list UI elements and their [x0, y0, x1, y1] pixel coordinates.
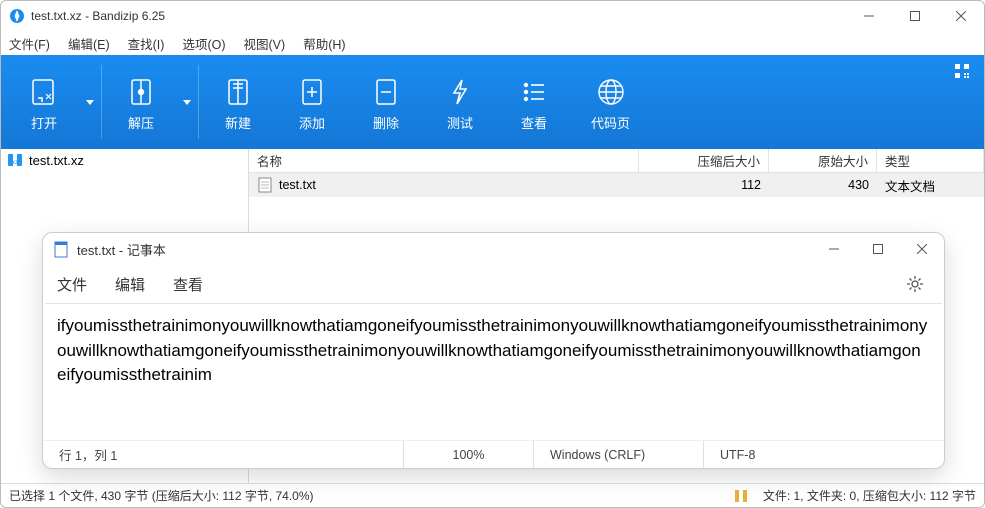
file-original: 430: [769, 178, 877, 192]
notepad-window: test.txt - 记事本 文件 编辑 查看 ifyoumissthetrai…: [42, 232, 945, 469]
file-icon: [257, 177, 273, 193]
np-status-zoom: 100%: [403, 441, 533, 468]
title-bar: test.txt.xz - Bandizip 6.25: [1, 1, 984, 31]
minimize-button[interactable]: [846, 1, 892, 31]
extract-button[interactable]: 解压: [104, 65, 178, 140]
np-status-cursor: 行 1，列 1: [43, 441, 403, 468]
notepad-icon: [53, 240, 69, 258]
menu-bar: 文件(F) 编辑(E) 查找(I) 选项(O) 视图(V) 帮助(H): [1, 31, 984, 55]
new-button[interactable]: 新建: [201, 55, 275, 149]
status-selection: 已选择 1 个文件, 430 字节 (压缩后大小: 112 字节, 74.0%): [9, 487, 719, 504]
col-original[interactable]: 原始大小: [769, 149, 877, 173]
window-controls: [846, 1, 984, 31]
menu-find[interactable]: 查找(I): [128, 34, 165, 53]
delete-icon: [369, 75, 403, 109]
tree-root-label: test.txt.xz: [29, 153, 84, 168]
new-label: 新建: [225, 113, 251, 132]
toolbar: 打开 解压 新建 添加 删除 测试: [1, 55, 984, 149]
test-icon: [443, 75, 477, 109]
add-button[interactable]: 添加: [275, 55, 349, 149]
archive-icon: xz: [7, 152, 23, 168]
toolbar-divider: [101, 65, 102, 139]
view-label: 查看: [521, 113, 547, 132]
np-menu-view[interactable]: 查看: [173, 274, 203, 295]
codepage-icon: [594, 75, 628, 109]
open-icon: [27, 75, 61, 109]
codepage-label: 代码页: [591, 113, 630, 132]
open-dropdown[interactable]: [81, 100, 99, 105]
file-compressed: 112: [639, 178, 769, 192]
codepage-button[interactable]: 代码页: [571, 55, 650, 149]
delete-label: 删除: [373, 113, 399, 132]
window-title: test.txt.xz - Bandizip 6.25: [31, 9, 846, 23]
notepad-status-bar: 行 1，列 1 100% Windows (CRLF) UTF-8: [43, 440, 944, 468]
app-icon: [9, 8, 25, 24]
test-button[interactable]: 测试: [423, 55, 497, 149]
status-counts: 文件: 1, 文件夹: 0, 压缩包大小: 112 字节: [763, 487, 976, 504]
col-name[interactable]: 名称: [249, 149, 639, 173]
notepad-title: test.txt - 记事本: [77, 240, 812, 259]
close-button[interactable]: [938, 1, 984, 31]
file-type: 文本文档: [877, 176, 984, 195]
np-minimize-button[interactable]: [812, 233, 856, 265]
open-button[interactable]: 打开: [7, 65, 81, 140]
col-type[interactable]: 类型: [877, 149, 984, 173]
np-status-encoding: UTF-8: [703, 441, 944, 468]
toolbar-divider: [198, 65, 199, 139]
delete-button[interactable]: 删除: [349, 55, 423, 149]
menu-view[interactable]: 视图(V): [244, 34, 286, 53]
notepad-menu: 文件 编辑 查看: [43, 265, 944, 303]
file-row[interactable]: test.txt 112 430 文本文档: [249, 173, 984, 197]
extract-dropdown[interactable]: [178, 100, 196, 105]
list-body: test.txt 112 430 文本文档: [249, 173, 984, 197]
file-name: test.txt: [279, 178, 316, 192]
menu-options[interactable]: 选项(O): [182, 34, 225, 53]
menu-file[interactable]: 文件(F): [9, 34, 50, 53]
menu-help[interactable]: 帮助(H): [303, 34, 345, 53]
notepad-title-bar: test.txt - 记事本: [43, 233, 944, 265]
options-icon[interactable]: [954, 63, 970, 79]
add-label: 添加: [299, 113, 325, 132]
open-label: 打开: [31, 113, 57, 132]
np-status-eol: Windows (CRLF): [533, 441, 703, 468]
status-bar: 已选择 1 个文件, 430 字节 (压缩后大小: 112 字节, 74.0%)…: [1, 483, 984, 507]
test-label: 测试: [447, 113, 473, 132]
extract-label: 解压: [128, 113, 154, 132]
np-maximize-button[interactable]: [856, 233, 900, 265]
archive-status-icon: [733, 488, 749, 504]
np-menu-edit[interactable]: 编辑: [115, 274, 145, 295]
menu-edit[interactable]: 编辑(E): [68, 34, 110, 53]
notepad-text-area[interactable]: ifyoumissthetrainimonyouwillknowthatiamg…: [43, 304, 944, 440]
tree-root[interactable]: xz test.txt.xz: [1, 149, 248, 171]
col-compressed[interactable]: 压缩后大小: [639, 149, 769, 173]
np-settings-button[interactable]: [906, 275, 924, 293]
svg-text:xz: xz: [12, 160, 18, 166]
np-close-button[interactable]: [900, 233, 944, 265]
new-icon: [221, 75, 255, 109]
np-menu-file[interactable]: 文件: [57, 274, 87, 295]
maximize-button[interactable]: [892, 1, 938, 31]
view-button[interactable]: 查看: [497, 55, 571, 149]
notepad-window-controls: [812, 233, 944, 265]
view-icon: [517, 75, 551, 109]
list-header: 名称 压缩后大小 原始大小 类型: [249, 149, 984, 173]
extract-icon: [124, 75, 158, 109]
add-icon: [295, 75, 329, 109]
